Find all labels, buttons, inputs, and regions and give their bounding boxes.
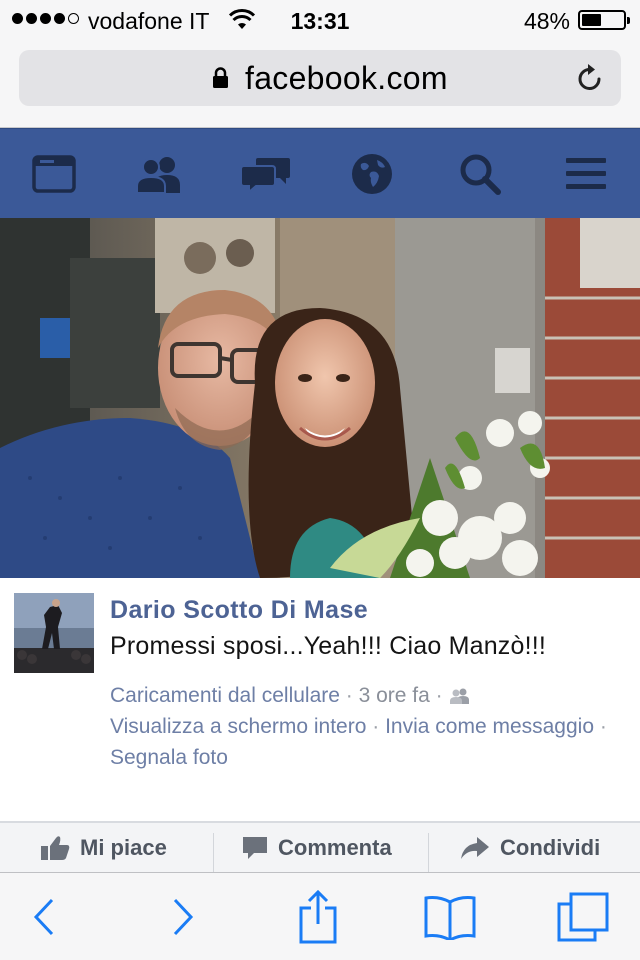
album-link[interactable]: Caricamenti dal cellulare [110, 684, 340, 707]
send-as-message-link[interactable]: Invia come messaggio [385, 715, 594, 738]
divider [428, 833, 429, 873]
news-feed-icon[interactable] [28, 151, 80, 197]
divider [213, 833, 214, 873]
share-label: Condividi [500, 835, 601, 860]
share-arrow-icon [461, 837, 489, 859]
browser-toolbar [0, 872, 640, 960]
report-photo-link[interactable]: Segnala foto [110, 746, 228, 769]
status-bar: vodafone IT 13:31 48% [0, 0, 640, 40]
friends-audience-icon [449, 688, 469, 704]
friend-requests-icon[interactable] [134, 151, 186, 197]
post-action-bar: Mi piace Commenta Condividi [0, 822, 640, 873]
comment-button[interactable]: Commenta [242, 823, 392, 873]
post-meta: Caricamenti dal cellulare · 3 ore fa · V… [110, 680, 630, 773]
separator: · [366, 715, 386, 738]
share-icon[interactable] [290, 889, 346, 945]
messages-icon[interactable] [240, 151, 292, 197]
separator: · [339, 684, 359, 707]
forward-icon[interactable] [155, 889, 211, 945]
back-icon[interactable] [16, 889, 72, 945]
separator: · [594, 715, 607, 738]
search-icon[interactable] [454, 151, 506, 197]
avatar[interactable] [14, 593, 94, 673]
couple-selfie-image [0, 218, 640, 578]
like-button[interactable]: Mi piace [40, 823, 167, 873]
comment-label: Commenta [278, 835, 392, 860]
reload-icon[interactable] [575, 62, 605, 94]
battery-percent: 48% [523, 8, 570, 34]
lock-icon [213, 67, 228, 88]
battery-icon [578, 10, 630, 30]
address-bar[interactable]: facebook.com [19, 50, 621, 106]
share-button[interactable]: Condividi [460, 823, 600, 873]
separator: · [429, 684, 449, 707]
thumbs-up-icon [41, 836, 70, 860]
notifications-globe-icon[interactable] [346, 151, 398, 197]
view-fullscreen-link[interactable]: Visualizza a schermo intero [110, 715, 366, 738]
browser-address-area: facebook.com [0, 40, 640, 128]
tabs-icon[interactable] [555, 889, 611, 945]
post-author-name[interactable]: Dario Scotto Di Mase [110, 596, 368, 625]
bookmarks-icon[interactable] [422, 889, 478, 945]
post-details: Dario Scotto Di Mase Promessi sposi...Ye… [0, 578, 640, 822]
facebook-nav-bar [0, 128, 640, 218]
post-caption: Promessi sposi...Yeah!!! Ciao Manzò!!! [110, 632, 547, 660]
post-timestamp: 3 ore fa [358, 684, 430, 707]
comment-bubble-icon [243, 837, 267, 859]
menu-icon[interactable] [560, 151, 612, 197]
url-text: facebook.com [245, 60, 448, 96]
like-label: Mi piace [80, 835, 167, 860]
post-photo[interactable] [0, 218, 640, 578]
